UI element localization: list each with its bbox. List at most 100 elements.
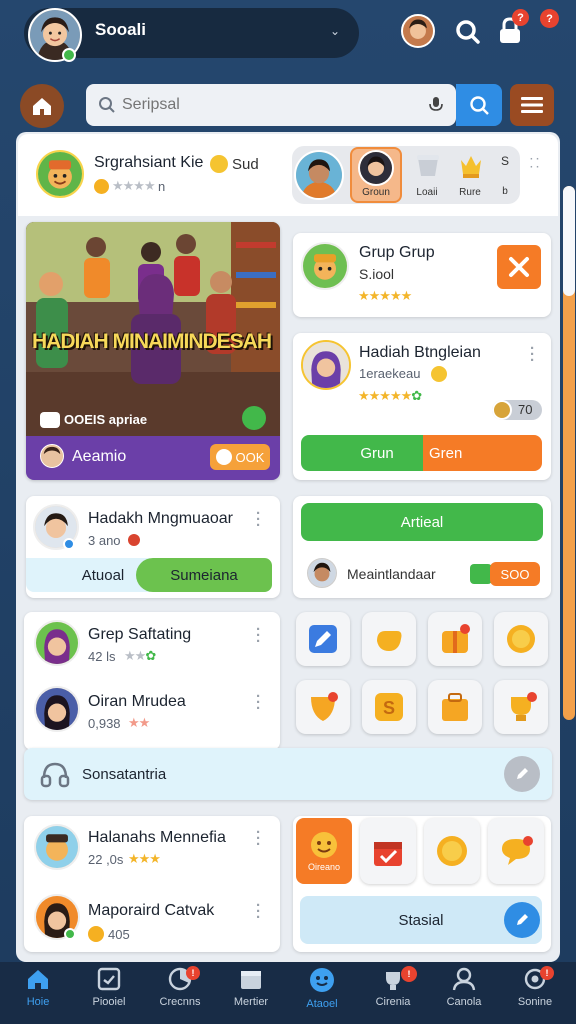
menu-button[interactable] [510, 84, 554, 126]
tile-coin[interactable] [494, 612, 548, 666]
list-item-sub: 405 [108, 927, 130, 942]
hadakh-sumeiana-tab[interactable]: Sumeiana [136, 558, 272, 592]
more-options-icon[interactable]: · · · [256, 825, 261, 852]
crown-icon[interactable] [458, 150, 484, 180]
document-icon [97, 967, 121, 991]
nav-sonine[interactable]: Sonine [503, 966, 567, 1022]
svg-text:S: S [383, 698, 395, 718]
list-item-avatar [34, 620, 80, 666]
feature-footer-avatar [40, 444, 64, 468]
reward-tile-chat[interactable] [488, 818, 544, 884]
list-item-name[interactable]: Grep Saftating [88, 626, 191, 644]
smiley-icon [311, 832, 337, 858]
more-options-icon[interactable]: · · · [256, 898, 261, 925]
list-item-avatar [34, 824, 80, 870]
profile-name: Srgrahsiant Kie [94, 154, 204, 171]
nav-badge: ! [186, 966, 200, 980]
tab-avatar-friend[interactable] [294, 150, 344, 200]
cup-icon[interactable] [413, 150, 443, 180]
edit-button[interactable] [504, 756, 540, 792]
hadakh-atuoal-tab[interactable]: Atuoal [26, 558, 150, 592]
hadiah-grun-button[interactable]: Grun [301, 435, 423, 471]
nav-crecnns[interactable]: Crecnns [148, 966, 212, 1022]
sonsatantria-label: Sonsatantria [82, 766, 167, 783]
grup-action-button[interactable] [497, 245, 541, 289]
nav-crecnns-label: Crecnns [159, 996, 201, 1008]
feature-card[interactable]: HADIAH MINAIMINDESAH OOEIS apriae Aeamio… [26, 222, 280, 480]
tile-pencil[interactable] [296, 612, 350, 666]
home-button[interactable] [20, 84, 64, 128]
nav-home-label: Hoie [26, 996, 50, 1008]
tile-hand[interactable] [362, 612, 416, 666]
tab-loaii-label[interactable]: Loaii [406, 187, 448, 198]
profile-suffix: Sud [232, 156, 259, 173]
search-bar[interactable] [86, 84, 456, 126]
list-item-name[interactable]: Oiran Mrudea [88, 693, 186, 711]
online-badge [64, 928, 76, 940]
check-icon [215, 449, 232, 465]
list-item-sub: 22 ,0s [88, 852, 124, 867]
reward-tile-oireano[interactable]: Oireano [296, 818, 352, 884]
hadiah-grun-label: Grun [360, 444, 394, 462]
compass-icon [310, 968, 334, 992]
nav-piooiel[interactable]: Piooiel [77, 966, 141, 1022]
nav-home[interactable]: Hoie [6, 966, 70, 1022]
nav-mertier[interactable]: Mertier [219, 966, 283, 1022]
nav-badge: ! [540, 966, 554, 980]
hadakh-name: Hadakh Mngmuaoar [88, 510, 233, 527]
coin-icon [507, 625, 535, 653]
nav-piooiel-label: Piooiel [92, 996, 126, 1008]
list-item-name[interactable]: Halanahs Mennefia [88, 829, 226, 847]
nav-canola[interactable]: Canola [432, 966, 496, 1022]
tab-s-label[interactable]: S [498, 154, 512, 168]
search-input[interactable] [122, 92, 412, 118]
person-icon [452, 967, 476, 991]
chat-icon [40, 412, 60, 428]
cross-swords-icon [509, 257, 529, 277]
coin-icon [492, 400, 512, 420]
more-options-icon[interactable]: · · · · [530, 155, 539, 173]
tile-trophy[interactable] [494, 680, 548, 734]
artieal-chip[interactable]: SOO [490, 562, 540, 586]
hadiah-gren-button[interactable]: Gren [423, 435, 542, 471]
nav-mertier-label: Mertier [233, 996, 269, 1008]
profile-avatar[interactable] [36, 150, 84, 198]
scrollbar-thumb[interactable] [563, 186, 575, 296]
stasial-label: Stasial [398, 911, 444, 929]
artieal-label: Artieal [400, 513, 444, 531]
gift-icon [442, 624, 470, 653]
more-options-icon[interactable]: · · · [256, 689, 261, 716]
feature-ok-button[interactable]: OOK [210, 444, 270, 470]
tab-groun-avatar [358, 150, 394, 186]
more-options-icon[interactable]: · · · [256, 506, 261, 533]
more-options-icon[interactable]: · · · [530, 341, 535, 368]
chevron-down-icon[interactable]: ⌄ [330, 24, 340, 38]
chat-bubble-icon [502, 836, 533, 865]
list-item-avatar [34, 686, 80, 732]
search-icon[interactable] [450, 14, 484, 48]
tile-shield[interactable] [296, 680, 350, 734]
friend-avatar[interactable] [401, 14, 435, 48]
pencil-icon [309, 625, 337, 653]
edit-button[interactable] [504, 902, 540, 938]
more-options-icon[interactable]: · · · [256, 622, 261, 649]
tile-gift[interactable] [428, 612, 482, 666]
reward-tile-coin[interactable] [424, 818, 480, 884]
reward-tile-calendar[interactable] [360, 818, 416, 884]
nav-ataoel[interactable]: Ataoel [290, 966, 354, 1022]
feature-like-button[interactable] [242, 406, 266, 430]
hadiah-stars: ★★★★★✿ [358, 388, 422, 403]
nav-cirenia-label: Cirenia [375, 996, 411, 1008]
search-submit-button[interactable] [456, 84, 502, 126]
tab-rure-label[interactable]: Rure [450, 187, 490, 198]
edit-icon [517, 768, 528, 779]
grup-name: Grup Grup [359, 244, 435, 261]
artieal-button[interactable]: Artieal [301, 503, 543, 541]
grup-sub: S.iool [359, 266, 395, 282]
artieal-chip-label: SOO [500, 566, 530, 582]
help-badge[interactable]: ? [540, 9, 559, 28]
list-item-name[interactable]: Maporaird Catvak [88, 902, 214, 920]
hand-icon [377, 631, 402, 651]
tile-badge-s[interactable]: S [362, 680, 416, 734]
tile-bag[interactable] [428, 680, 482, 734]
